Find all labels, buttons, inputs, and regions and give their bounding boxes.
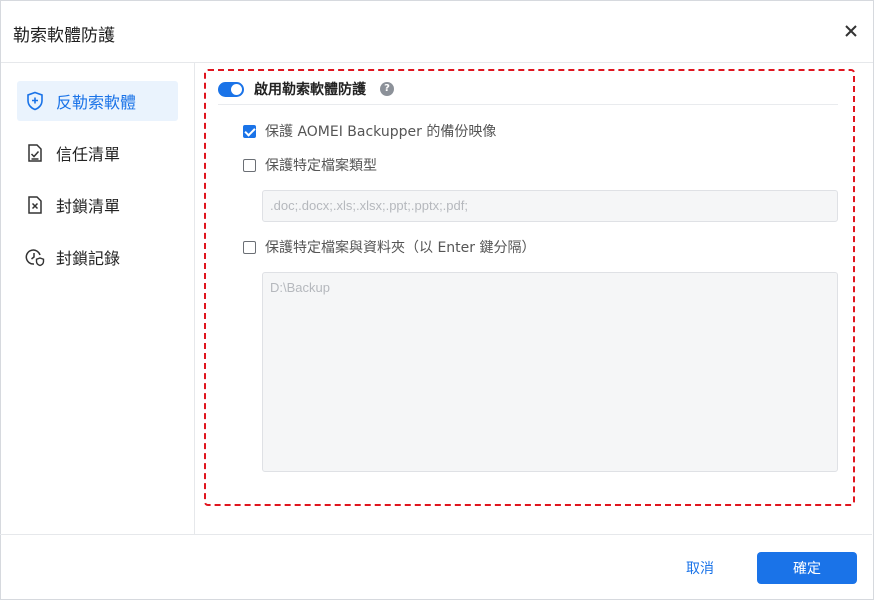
- clock-shield-icon: [25, 249, 45, 267]
- enable-protection-label: 啟用勒索軟體防護: [254, 82, 366, 98]
- checkbox-unchecked[interactable]: [243, 240, 256, 254]
- checkbox-checked[interactable]: [243, 124, 256, 138]
- sidebar-item-label: 封鎖記錄: [56, 249, 121, 268]
- file-types-input[interactable]: .doc;.docx;.xls;.xlsx;.ppt;.pptx;.pdf;: [262, 190, 838, 222]
- divider: [218, 104, 838, 105]
- enable-protection-toggle[interactable]: [218, 81, 244, 97]
- option-label: 保護特定檔案類型: [265, 158, 377, 174]
- sidebar-item-block-list[interactable]: 封鎖清單: [17, 185, 178, 225]
- sidebar-item-block-log[interactable]: 封鎖記錄: [17, 237, 178, 277]
- option-label: 保護特定檔案與資料夾（以 Enter 鍵分隔）: [265, 240, 536, 256]
- dialog-title: 勒索軟體防護: [13, 26, 115, 46]
- close-icon[interactable]: [843, 23, 859, 39]
- sidebar-item-trust-list[interactable]: 信任清單: [17, 133, 178, 173]
- option-label: 保護 AOMEI Backupper 的備份映像: [265, 124, 497, 140]
- title-bar: 勒索軟體防護: [1, 1, 873, 63]
- sidebar-item-label: 信任清單: [56, 145, 121, 164]
- document-x-icon: [28, 196, 42, 214]
- enable-protection-row: 啟用勒索軟體防護 ?: [218, 78, 394, 100]
- document-check-icon: [28, 144, 42, 162]
- ok-button[interactable]: 確定: [757, 552, 857, 584]
- cancel-button[interactable]: 取消: [673, 552, 727, 584]
- shield-plus-icon: [27, 91, 43, 111]
- help-icon[interactable]: ?: [380, 82, 394, 96]
- option-protect-files-folders[interactable]: 保護特定檔案與資料夾（以 Enter 鍵分隔）: [243, 237, 535, 257]
- sidebar-item-label: 封鎖清單: [56, 197, 121, 216]
- checkbox-unchecked[interactable]: [243, 158, 256, 172]
- sidebar-item-label: 反勒索軟體: [56, 93, 137, 112]
- sidebar-item-anti-ransomware[interactable]: 反勒索軟體: [17, 81, 178, 121]
- option-protect-backup-images[interactable]: 保護 AOMEI Backupper 的備份映像: [243, 121, 496, 141]
- option-protect-file-types[interactable]: 保護特定檔案類型: [243, 155, 377, 175]
- folders-textarea[interactable]: D:\Backup: [262, 272, 838, 472]
- footer: [0, 534, 872, 599]
